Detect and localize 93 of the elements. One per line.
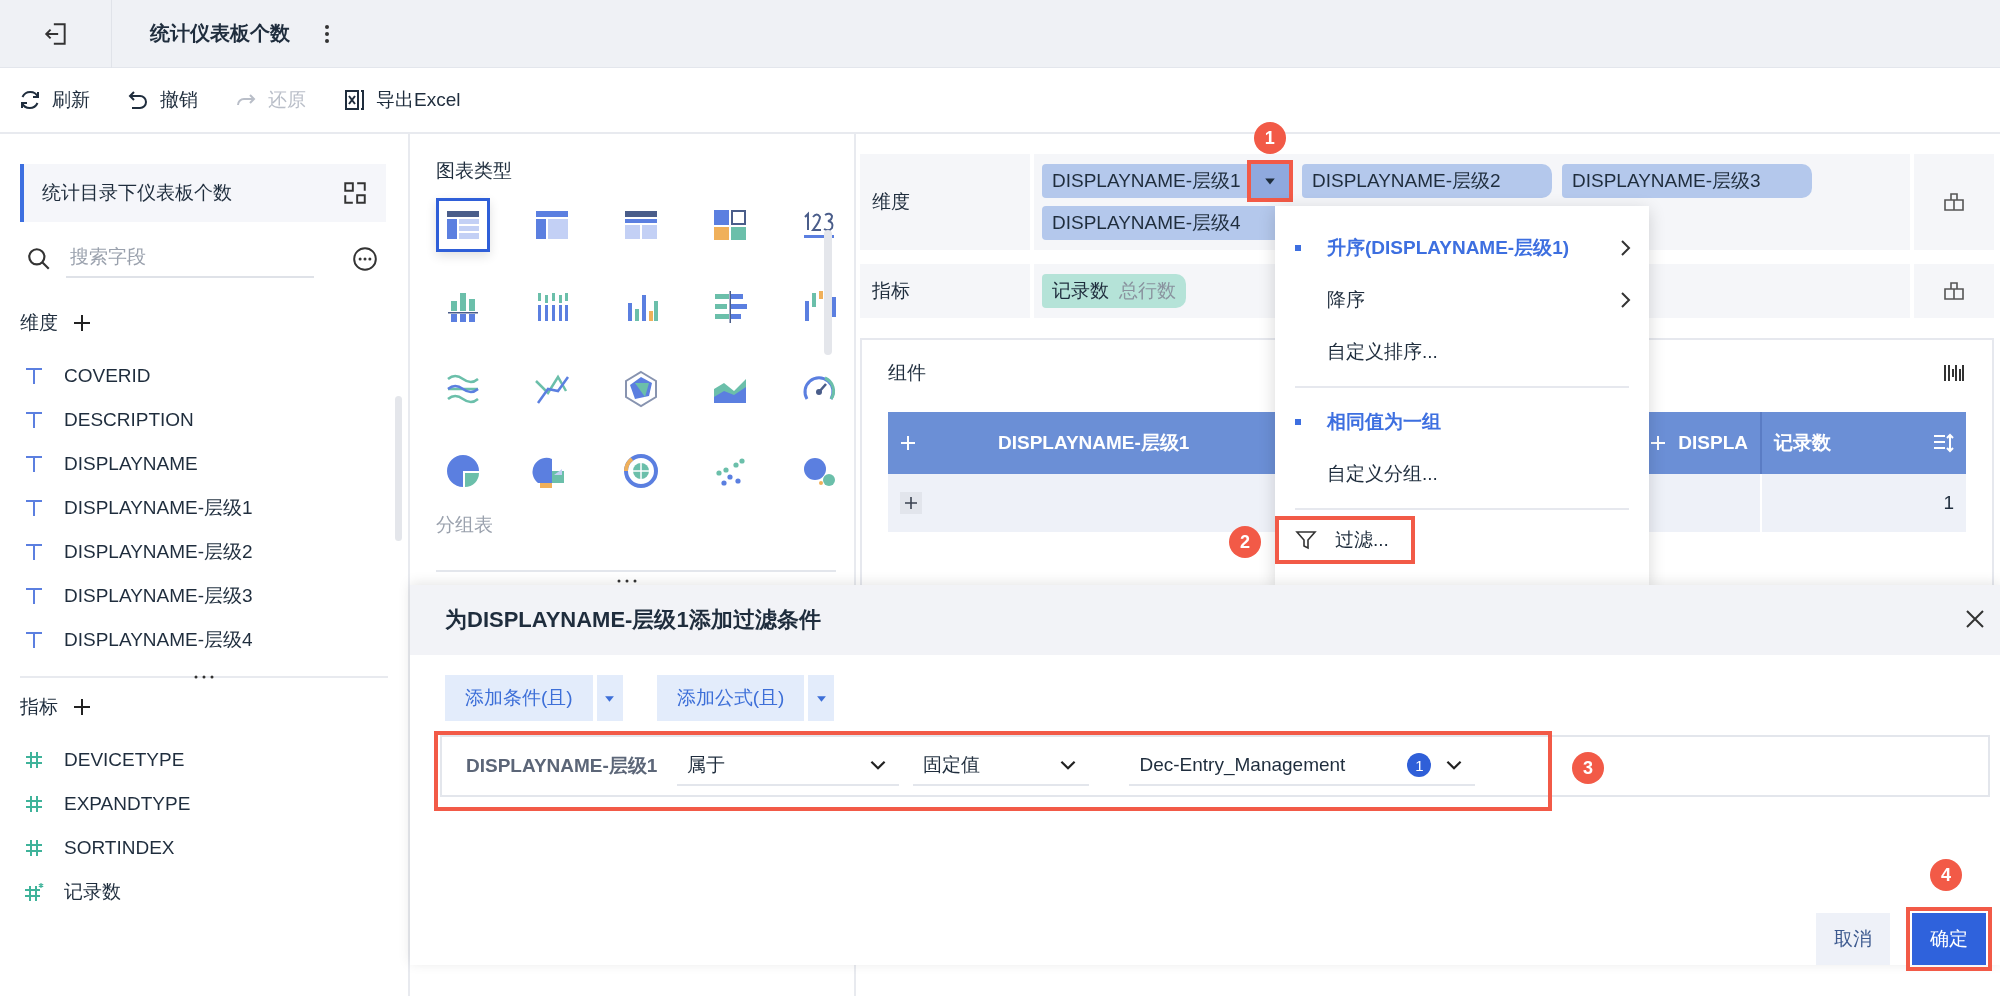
- text-field-icon: [24, 630, 44, 650]
- dropdown-button[interactable]: [808, 675, 835, 721]
- menu-item[interactable]: 相同值为一组: [1275, 396, 1649, 448]
- dataset-name: 统计目录下仪表板个数: [42, 181, 232, 205]
- card-title: 组件: [888, 361, 926, 385]
- add-button[interactable]: 添加公式(且): [656, 675, 805, 721]
- field-name[interactable]: EXPANDTYPE: [64, 793, 191, 815]
- confirm-button[interactable]: 确定: [1912, 913, 1986, 965]
- toolbar-button[interactable]: 导出Excel: [340, 83, 463, 117]
- toolbar-button[interactable]: 刷新: [16, 83, 92, 117]
- chip-label: DISPLAYNAME-层级4: [1052, 211, 1241, 235]
- field-name[interactable]: 记录数: [64, 879, 121, 905]
- text-field-icon: [24, 366, 44, 386]
- spreadsheet-icon: [342, 88, 366, 112]
- field-chip[interactable]: DISPLAYNAME-层级2: [1302, 164, 1552, 198]
- swap-icon[interactable]: [342, 180, 368, 206]
- add-button[interactable]: 添加条件(且): [445, 675, 593, 721]
- plus-icon[interactable]: [1650, 435, 1667, 451]
- field-name[interactable]: DISPLAYNAME-层级2: [64, 539, 253, 565]
- section-title: 指标: [20, 695, 58, 719]
- undo-icon: [126, 88, 150, 112]
- text-field-icon: [24, 586, 44, 606]
- text-field-icon: [24, 542, 44, 562]
- step-badge: 2: [1229, 526, 1261, 558]
- drag-handle-icon[interactable]: [616, 578, 638, 584]
- hash-icon: [24, 750, 44, 770]
- dashboard-title: 统计仪表板个数: [150, 21, 290, 46]
- field-name[interactable]: DISPLAYNAME: [64, 453, 198, 475]
- panel-title: 图表类型: [436, 159, 512, 183]
- hierarchy-icon[interactable]: [1942, 190, 1966, 214]
- value-select[interactable]: Dec-Entry_Management 1: [1129, 746, 1476, 786]
- condition-field: DISPLAYNAME-层级1: [466, 753, 658, 779]
- shelf-label: 维度: [872, 190, 910, 214]
- dialog-title: 为DISPLAYNAME-层级1添加过滤条件: [445, 606, 821, 634]
- dataset-card[interactable]: 统计目录下仪表板个数: [20, 164, 386, 222]
- field-name[interactable]: DISPLAYNAME-层级3: [64, 583, 253, 609]
- chip-label: DISPLAYNAME-层级2: [1312, 169, 1501, 193]
- field-name[interactable]: DISPLAYNAME-层级4: [64, 627, 253, 653]
- dropdown-trigger[interactable]: [1250, 164, 1289, 198]
- add-icon[interactable]: [72, 697, 92, 717]
- text-field-icon: [24, 454, 44, 474]
- toolbar-button[interactable]: 撤销: [124, 83, 200, 117]
- value-type-select[interactable]: 固定值: [913, 746, 1090, 786]
- table-cell: 1: [1943, 492, 1954, 513]
- drag-handle-icon[interactable]: [193, 674, 215, 680]
- exit-icon[interactable]: [42, 20, 69, 47]
- refresh-icon: [18, 88, 42, 112]
- search-field[interactable]: 搜索字段: [66, 240, 314, 278]
- scrollbar[interactable]: [824, 230, 832, 355]
- dropdown-button[interactable]: [596, 675, 623, 721]
- section-title: 维度: [20, 311, 58, 335]
- field-name[interactable]: SORTINDEX: [64, 837, 175, 859]
- search-icon: [26, 246, 52, 272]
- sort-icon[interactable]: [1932, 432, 1954, 454]
- step-badge: 4: [1930, 859, 1962, 891]
- hash-icon: [24, 838, 44, 858]
- bullet-icon: [1295, 419, 1301, 425]
- shelf-label: 指标: [872, 279, 910, 303]
- hierarchy-icon[interactable]: [1942, 279, 1966, 303]
- annotation-frame: [1246, 160, 1293, 202]
- text-field-icon: [24, 498, 44, 518]
- menu-item[interactable]: 自定义排序...: [1275, 326, 1649, 378]
- chart-type-icon: [621, 451, 661, 491]
- filter-icon: [1295, 529, 1317, 551]
- field-name[interactable]: DEVICETYPE: [64, 749, 185, 771]
- chip-label: 记录数: [1052, 279, 1109, 303]
- chip-label: DISPLAYNAME-层级1: [1052, 169, 1241, 193]
- menu-item[interactable]: 降序: [1275, 274, 1649, 326]
- chart-type-caption: 分组表: [436, 513, 494, 537]
- field-chip[interactable]: 记录数 总行数: [1042, 274, 1186, 308]
- field-chip[interactable]: DISPLAYNAME-层级3: [1562, 164, 1812, 198]
- more-icon[interactable]: [324, 23, 330, 44]
- chart-type-button[interactable]: [436, 198, 490, 252]
- operator-select[interactable]: 属于: [677, 746, 900, 786]
- step-badge: 1: [1253, 122, 1286, 154]
- field-name[interactable]: DESCRIPTION: [64, 409, 194, 431]
- more-icon[interactable]: [352, 246, 378, 272]
- bullet-icon: [1295, 245, 1301, 251]
- cancel-button[interactable]: 取消: [1816, 913, 1890, 965]
- plus-icon[interactable]: [900, 435, 916, 451]
- chip-label: DISPLAYNAME-层级3: [1572, 169, 1761, 193]
- hash-star-icon: [24, 882, 44, 902]
- field-name[interactable]: COVERID: [64, 365, 151, 387]
- step-badge: 3: [1572, 752, 1604, 784]
- count-badge: 1: [1407, 753, 1432, 777]
- menu-item[interactable]: 过滤...: [1279, 520, 1411, 560]
- text-field-icon: [24, 410, 44, 430]
- hash-icon: [24, 794, 44, 814]
- scrollbar[interactable]: [395, 396, 402, 541]
- chip-note: 总行数: [1119, 279, 1176, 303]
- add-icon[interactable]: [72, 313, 92, 333]
- field-name[interactable]: DISPLAYNAME-层级1: [64, 495, 253, 521]
- menu-item[interactable]: 自定义分组...: [1275, 448, 1649, 500]
